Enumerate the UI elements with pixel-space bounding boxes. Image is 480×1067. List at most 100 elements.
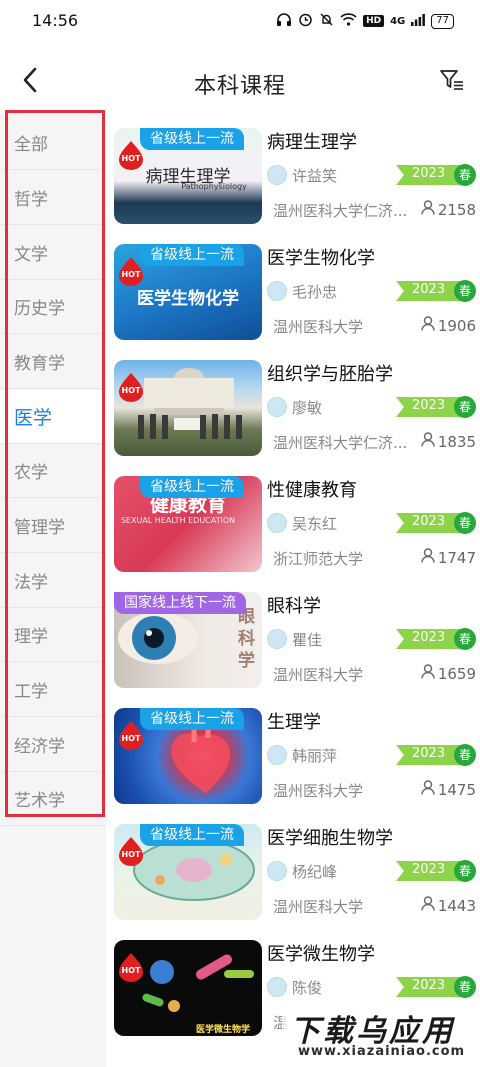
person-icon	[421, 316, 435, 335]
course-title: 生理学	[267, 712, 321, 733]
sidebar-item-economics[interactable]: 经济学	[0, 718, 106, 772]
person-icon	[421, 664, 435, 683]
student-count-value: 1443	[437, 896, 476, 915]
teacher-name: 吴东红	[292, 515, 338, 533]
year-badge: 2023 春	[396, 164, 476, 186]
sidebar-item-engineering[interactable]: 工学	[0, 663, 106, 717]
teacher-avatar	[267, 977, 287, 997]
school-name: 温州医科大学仁济...	[273, 202, 408, 220]
signal-icon	[411, 13, 426, 29]
school-name: 温州医科大学	[273, 666, 364, 684]
student-count-value: 1475	[437, 780, 476, 799]
year-badge: 2023 春	[396, 976, 476, 998]
term-badge: 春	[454, 976, 476, 998]
sidebar-item-education[interactable]: 教育学	[0, 335, 106, 389]
app-header: 本科课程	[0, 48, 480, 114]
teacher-name: 瞿佳	[292, 631, 323, 649]
teacher-avatar	[267, 745, 287, 765]
hot-badge: HOT	[118, 372, 144, 402]
teacher-avatar	[267, 861, 287, 881]
student-count-value: 1835	[437, 432, 476, 451]
person-icon	[421, 896, 435, 915]
course-title: 组织学与胚胎学	[267, 364, 393, 385]
sidebar-item-all[interactable]: 全部	[0, 116, 106, 170]
filter-button[interactable]	[434, 64, 470, 100]
course-title: 眼科学	[267, 596, 321, 617]
course-card[interactable]: 医学生物化学 HOT 省级线上一流 医学生物化学 毛孙忠 2023 春 温州医科…	[114, 244, 480, 352]
person-icon	[421, 548, 435, 567]
student-count-value: 1659	[437, 664, 476, 683]
course-card[interactable]: HOT 组织学与胚胎学 廖敏 2023 春 温州医科大学仁济... 1835	[114, 360, 480, 468]
thumbnail-title: 医学微生物学	[196, 1025, 251, 1035]
school-name: 温州医科大学仁济...	[273, 434, 408, 452]
sidebar-item-philosophy[interactable]: 哲学	[0, 171, 106, 225]
student-count: 2158	[421, 200, 476, 219]
course-tag: 省级线上一流	[140, 244, 244, 266]
year-text: 2023	[412, 398, 446, 413]
course-card[interactable]: 眼科学 国家线上线下一流 眼科学 瞿佳 2023 春 温州医科大学 1659	[114, 592, 480, 700]
network-label: 4G	[390, 15, 406, 27]
person-icon	[421, 780, 435, 799]
year-badge: 2023 春	[396, 860, 476, 882]
course-card[interactable]: 病理生理学 Pathophysiology HOT 省级线上一流 病理生理学 许…	[114, 128, 480, 236]
sidebar-item-medicine[interactable]: 医学	[0, 390, 106, 444]
year-text: 2023	[412, 746, 446, 761]
teacher-avatar	[267, 397, 287, 417]
year-badge: 2023 春	[396, 396, 476, 418]
headphones-icon	[276, 12, 292, 30]
teacher-name: 廖敏	[292, 399, 323, 417]
term-badge: 春	[454, 860, 476, 882]
course-title: 医学生物化学	[267, 248, 375, 269]
course-tag: 省级线上一流	[140, 128, 244, 150]
course-title: 病理生理学	[267, 132, 357, 153]
student-count-value: 1747	[437, 548, 476, 567]
hot-text: HOT	[121, 270, 141, 279]
hot-text: HOT	[121, 154, 141, 163]
course-card[interactable]: HOT 省级线上一流 医学细胞生物学 杨纪峰 2023 春 温州医科大学 144…	[114, 824, 480, 932]
course-tag: 省级线上一流	[140, 708, 244, 730]
course-title: 性健康教育	[267, 480, 357, 501]
person-icon	[421, 432, 435, 451]
category-sidebar: 全部 哲学 文学 历史学 教育学 医学 农学 管理学 法学 理学 工学 经济学 …	[0, 113, 106, 1067]
hot-text: HOT	[121, 734, 141, 743]
sidebar-item-agriculture[interactable]: 农学	[0, 444, 106, 498]
course-tag: 国家线上线下一流	[114, 592, 246, 614]
student-count-value: 2158	[437, 200, 476, 219]
course-card[interactable]: HOT 省级线上一流 生理学 韩丽萍 2023 春 温州医科大学 1475	[114, 708, 480, 816]
year-text: 2023	[412, 514, 446, 529]
sidebar-item-law[interactable]: 法学	[0, 554, 106, 608]
sidebar-item-art[interactable]: 艺术学	[0, 772, 106, 826]
person-icon	[421, 200, 435, 219]
year-text: 2023	[412, 978, 446, 993]
year-text: 2023	[412, 282, 446, 297]
thumbnail-subtitle: SEXUAL HEALTH EDUCATION	[120, 516, 236, 525]
wifi-icon	[340, 13, 357, 29]
status-time: 14:56	[32, 11, 79, 30]
term-badge: 春	[454, 628, 476, 650]
student-count: 1906	[421, 316, 476, 335]
teacher-avatar	[267, 165, 287, 185]
course-card[interactable]: 健康教育 SEXUAL HEALTH EDUCATION 省级线上一流 性健康教…	[114, 476, 480, 584]
thumbnail-title: 眼科学	[238, 607, 255, 671]
thumbnail-subtitle: Pathophysiology	[181, 182, 247, 191]
term-badge: 春	[454, 396, 476, 418]
hot-text: HOT	[121, 386, 141, 395]
term-badge: 春	[454, 744, 476, 766]
thumbnail-title: 医学生物化学	[137, 289, 239, 309]
term-badge: 春	[454, 512, 476, 534]
teacher-name: 陈俊	[292, 979, 323, 997]
sidebar-item-science[interactable]: 理学	[0, 608, 106, 662]
sidebar-item-literature[interactable]: 文学	[0, 226, 106, 280]
year-text: 2023	[412, 166, 446, 181]
teacher-name: 许益笑	[292, 167, 338, 185]
alarm-icon	[298, 12, 313, 30]
course-title: 医学细胞生物学	[267, 828, 393, 849]
student-count: 1659	[421, 664, 476, 683]
teacher-name: 杨纪峰	[292, 863, 338, 881]
status-icons: HD 4G 77	[276, 12, 454, 30]
page-title: 本科课程	[193, 74, 286, 99]
course-tag: 省级线上一流	[140, 824, 244, 846]
sidebar-item-management[interactable]: 管理学	[0, 499, 106, 553]
battery-indicator: 77	[431, 13, 454, 29]
sidebar-item-history[interactable]: 历史学	[0, 280, 106, 334]
